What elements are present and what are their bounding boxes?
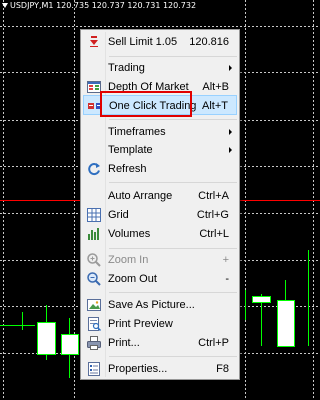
menu-item-shortcut: Ctrl+A — [198, 190, 229, 202]
menu-item-shortcut: + — [222, 254, 229, 266]
menu-item-zoom-out[interactable]: Zoom Out - — [83, 269, 237, 289]
menu-item-label: Volumes — [108, 228, 151, 240]
menu-separator — [109, 182, 237, 183]
menu-separator — [109, 119, 237, 120]
print-icon — [87, 336, 101, 350]
chart-prices: 120.735 120.737 120.731 120.732 — [56, 1, 197, 10]
menu-item-shortcut: Alt+T — [202, 100, 228, 112]
menu-item-shortcut: Ctrl+L — [199, 228, 229, 240]
submenu-arrow-icon — [229, 65, 232, 71]
properties-icon — [88, 362, 100, 376]
candle — [252, 296, 271, 303]
menu-item-print-preview[interactable]: Print Preview — [83, 314, 237, 334]
zoom-out-icon — [87, 272, 101, 286]
menu-item-template[interactable]: Template — [83, 140, 237, 160]
zoom-in-icon — [87, 253, 101, 267]
grid-icon — [87, 208, 101, 222]
menu-item-label: Grid — [108, 209, 129, 221]
menu-item-refresh[interactable]: Refresh — [83, 159, 237, 179]
menu-item-label: Properties... — [108, 363, 168, 375]
menu-item-label: Refresh — [108, 163, 147, 175]
menu-item-shortcut: Ctrl+P — [198, 337, 229, 349]
menu-item-label: Print... — [108, 337, 140, 349]
volumes-icon — [88, 228, 99, 240]
chart-header: USDJPY,M1 120.735 120.737 120.731 120.73… — [2, 1, 196, 10]
menu-item-auto-arrange[interactable]: Auto Arrange Ctrl+A — [83, 186, 237, 206]
menu-item-properties[interactable]: Properties... F8 — [83, 359, 237, 379]
menu-item-grid[interactable]: Grid Ctrl+G — [83, 205, 237, 225]
menu-separator — [109, 292, 237, 293]
candle — [61, 334, 79, 355]
menu-item-label: Save As Picture... — [108, 299, 195, 311]
save-as-picture-icon — [87, 299, 101, 311]
menu-item-label: Sell Limit 1.05 — [108, 36, 178, 48]
highlight-annotation-box — [100, 91, 192, 117]
menu-item-volumes[interactable]: Volumes Ctrl+L — [83, 224, 237, 244]
menu-item-timeframes[interactable]: Timeframes — [83, 122, 237, 142]
menu-separator — [109, 356, 237, 357]
chart-dropdown-icon — [2, 3, 8, 8]
menu-item-label: Zoom Out — [108, 273, 157, 285]
menu-item-print[interactable]: Print... Ctrl+P — [83, 333, 237, 353]
candle — [37, 322, 56, 355]
menu-item-label: Template — [108, 144, 153, 156]
menu-item-label: Timeframes — [108, 126, 166, 138]
menu-item-sell-limit[interactable]: Sell Limit 1.05 120.816 — [83, 32, 237, 52]
menu-item-shortcut: F8 — [216, 363, 229, 375]
print-preview-icon — [88, 317, 102, 332]
menu-item-trading[interactable]: Trading — [83, 58, 237, 78]
menu-item-shortcut: - — [225, 273, 229, 285]
menu-item-label: Print Preview — [108, 318, 173, 330]
menu-item-label: Auto Arrange — [108, 190, 173, 202]
menu-item-zoom-in[interactable]: Zoom In + — [83, 250, 237, 270]
submenu-arrow-icon — [229, 129, 232, 135]
sell-limit-icon — [90, 36, 98, 47]
menu-item-shortcut: Alt+B — [202, 81, 229, 93]
menu-item-label: Trading — [108, 62, 145, 74]
menu-separator — [109, 248, 237, 249]
menu-item-save-as-picture[interactable]: Save As Picture... — [83, 295, 237, 315]
chart-symbol: USDJPY,M1 — [10, 1, 54, 10]
candle — [277, 300, 295, 347]
refresh-icon — [88, 163, 100, 175]
submenu-arrow-icon — [229, 147, 232, 153]
menu-separator — [109, 56, 237, 57]
menu-item-label: Zoom In — [108, 254, 149, 266]
menu-item-shortcut: Ctrl+G — [196, 209, 229, 221]
chart-context-menu: Sell Limit 1.05 120.816 Trading Depth Of… — [80, 29, 240, 380]
menu-item-shortcut: 120.816 — [189, 36, 229, 48]
